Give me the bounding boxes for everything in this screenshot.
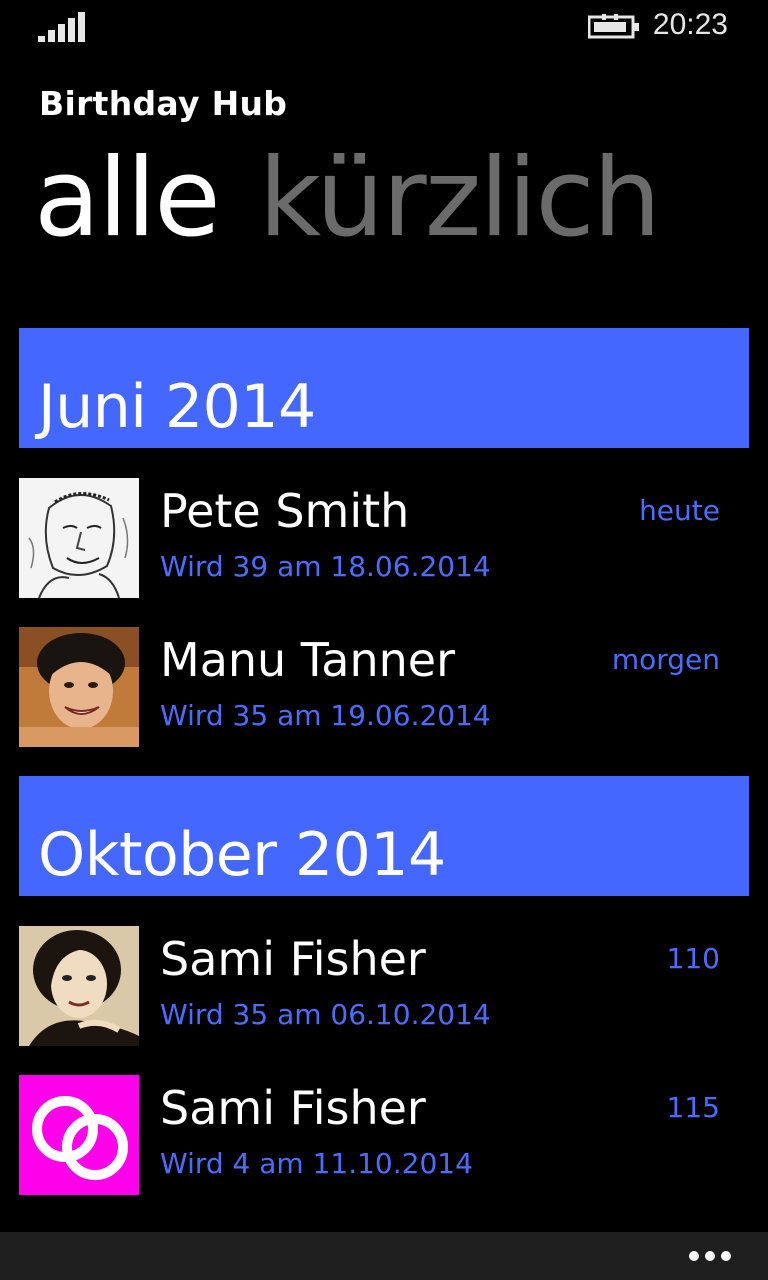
wedding-rings-icon [19, 1075, 139, 1195]
contact-name: Sami Fisher [160, 1081, 426, 1135]
signal-strength-icon [38, 12, 85, 42]
contact-name: Manu Tanner [160, 633, 456, 687]
birthday-detail: Wird 39 am 18.06.2014 [160, 550, 491, 583]
birthday-detail: Wird 4 am 11.10.2014 [160, 1147, 473, 1180]
tab-alle[interactable]: alle [34, 134, 221, 264]
list-item[interactable]: Pete Smith Wird 39 am 18.06.2014 heute [0, 448, 768, 598]
app-bar [0, 1232, 768, 1280]
birthday-list: Juni 2014 Pete Smith Wird 39 am 18.06.20… [0, 328, 768, 1195]
avatar [19, 478, 139, 598]
birthday-detail: Wird 35 am 06.10.2014 [160, 998, 491, 1031]
pivot-header: alle kürzlich [34, 134, 699, 264]
battery-charging-icon [588, 14, 639, 39]
tab-kuerzlich[interactable]: kürzlich [259, 134, 662, 264]
group-oktober-2014: Oktober 2014 Sami Fisher Wird 35 am 06.1… [0, 776, 768, 1195]
avatar [19, 627, 139, 747]
contact-name: Pete Smith [160, 484, 410, 538]
days-until-label: morgen [611, 643, 720, 676]
group-header-label: Oktober 2014 [38, 820, 446, 890]
birthday-detail: Wird 35 am 19.06.2014 [160, 699, 491, 732]
sketch-portrait-icon [19, 478, 139, 598]
status-bar: 20:23 [0, 0, 768, 56]
clock: 20:23 [652, 8, 728, 41]
days-until-label: 115 [666, 1091, 720, 1124]
contact-name: Sami Fisher [160, 932, 426, 986]
group-header[interactable]: Juni 2014 [19, 328, 749, 448]
more-options-icon[interactable] [688, 1242, 732, 1270]
days-until-label: 110 [666, 942, 720, 975]
list-item[interactable]: Sami Fisher Wird 35 am 06.10.2014 110 [0, 896, 768, 1046]
app-title: Birthday Hub [39, 84, 288, 123]
list-item[interactable]: Sami Fisher Wird 4 am 11.10.2014 115 [0, 1045, 768, 1195]
group-header[interactable]: Oktober 2014 [19, 776, 749, 896]
days-until-label: heute [639, 494, 720, 527]
group-juni-2014: Juni 2014 Pete Smith Wird 39 am 18.06.20… [0, 328, 768, 747]
photo-portrait-icon [19, 926, 139, 1046]
group-header-label: Juni 2014 [38, 372, 316, 442]
list-item[interactable]: Manu Tanner Wird 35 am 19.06.2014 morgen [0, 597, 768, 747]
photo-portrait-icon [19, 627, 139, 747]
avatar [19, 1075, 139, 1195]
avatar [19, 926, 139, 1046]
